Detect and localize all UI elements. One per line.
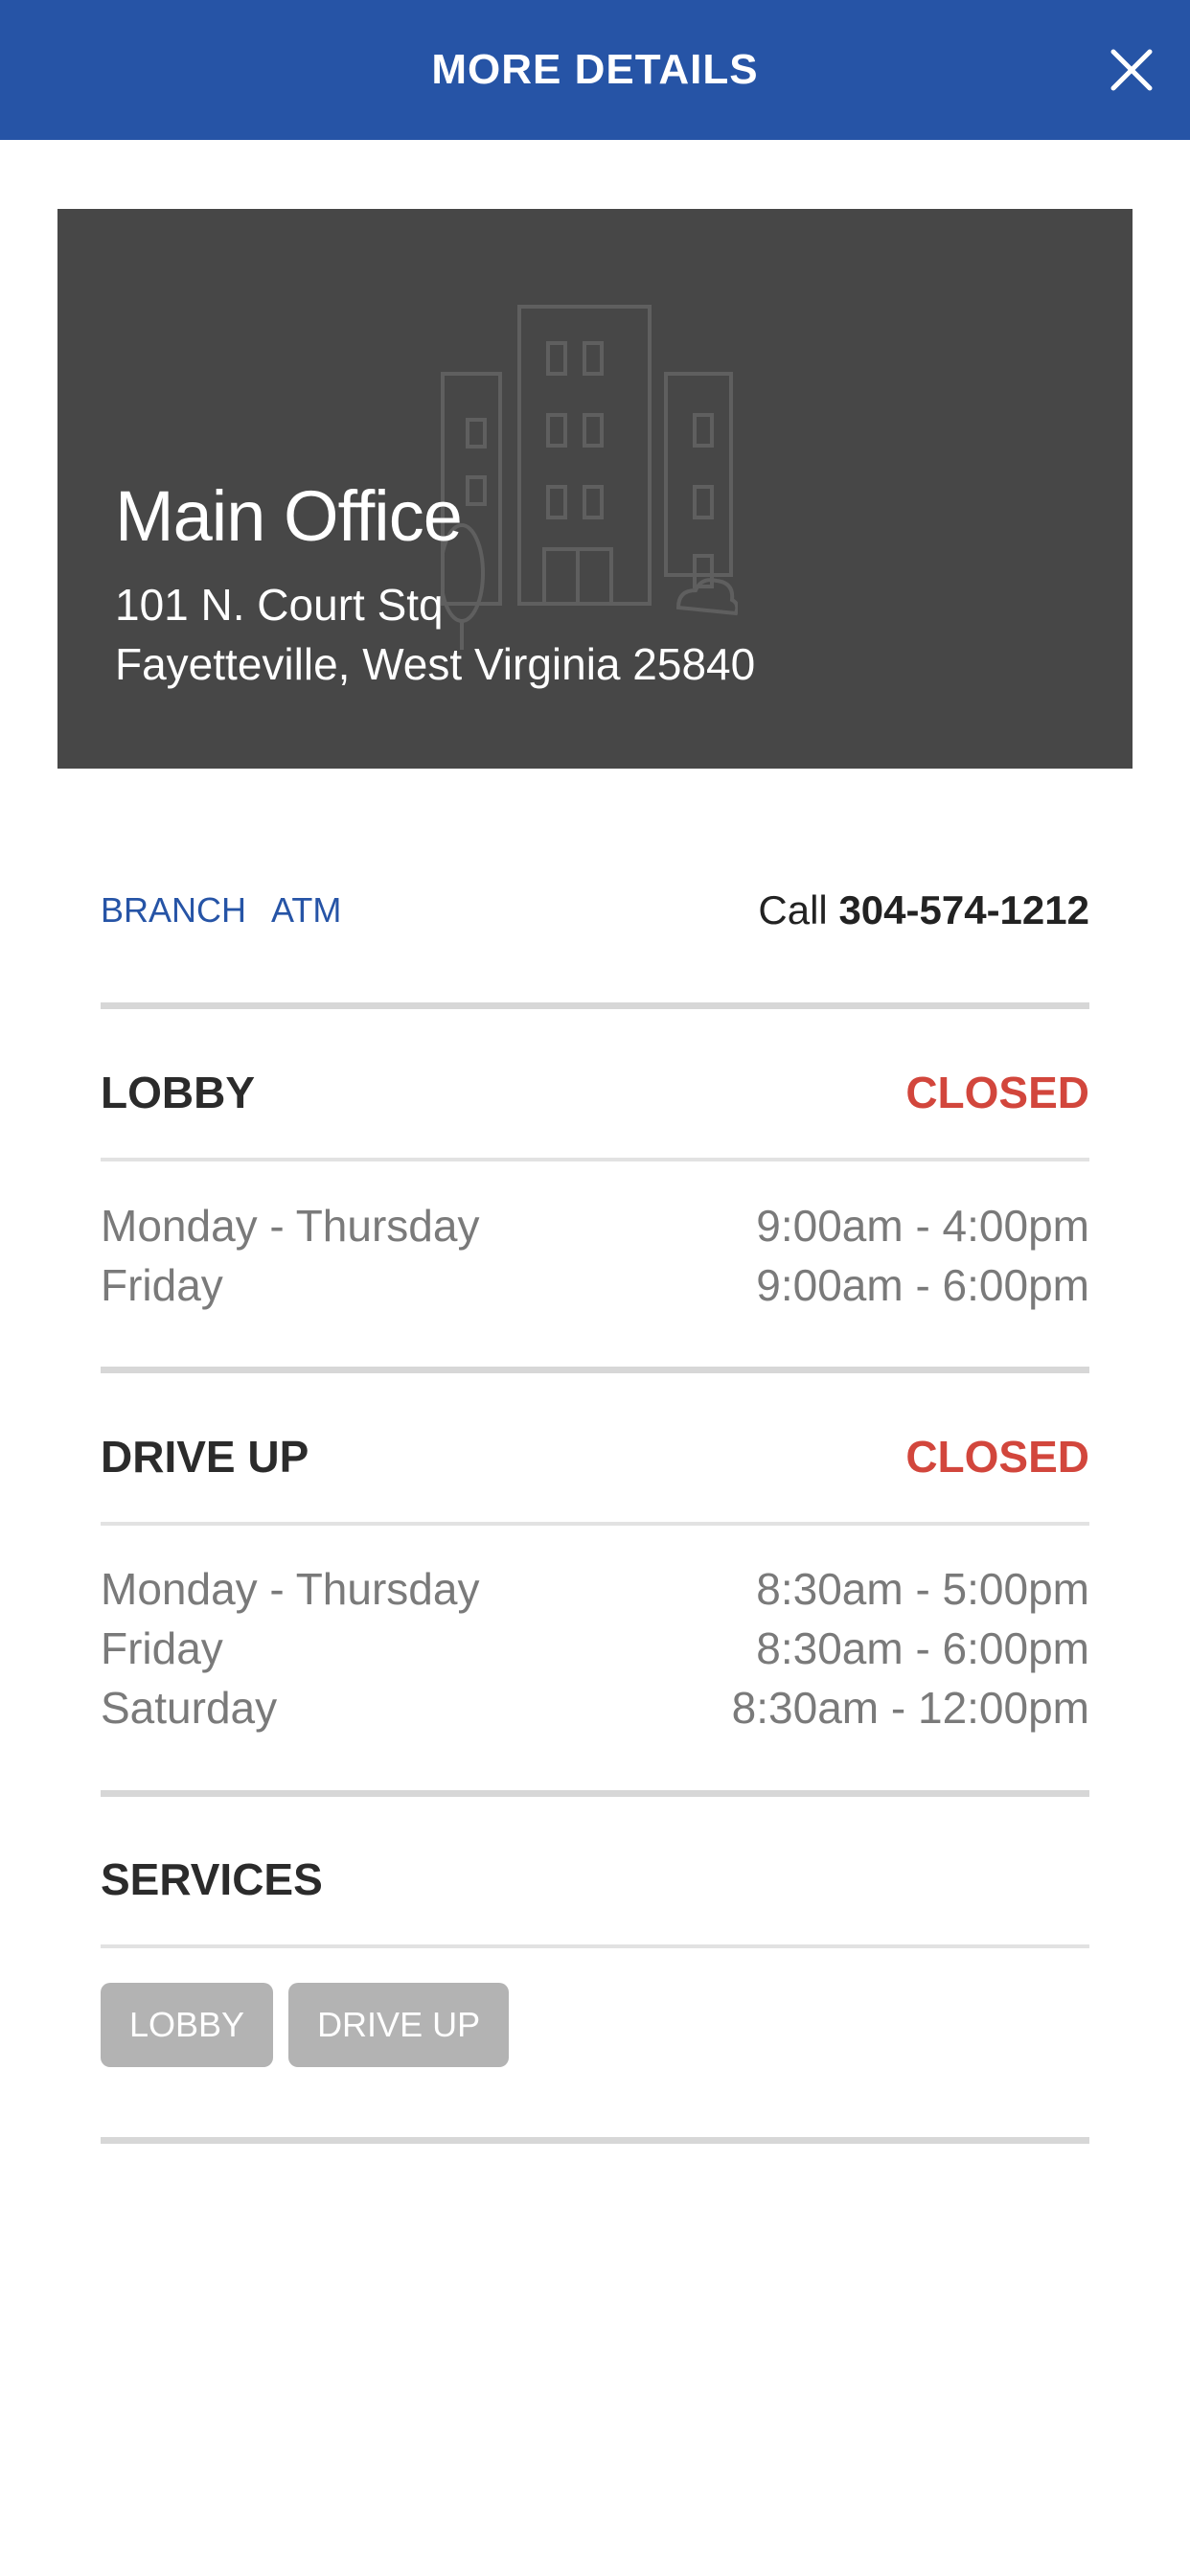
phone-call-link[interactable]: Call 304-574-1212: [758, 887, 1089, 933]
hours-time: 8:30am - 6:00pm: [756, 1623, 1089, 1673]
services-title: SERVICES: [101, 1854, 323, 1904]
drive-up-hours-row: Friday 8:30am - 6:00pm: [101, 1620, 1089, 1677]
hours-time: 8:30am - 12:00pm: [731, 1683, 1089, 1733]
services-chip-list: LOBBY DRIVE UP: [101, 1983, 510, 2067]
phone-prefix: Call: [758, 887, 828, 932]
drive-up-title: DRIVE UP: [101, 1432, 309, 1482]
building-icon: [441, 305, 738, 650]
page-title: MORE DETAILS: [431, 46, 759, 93]
hours-days: Friday: [101, 1623, 223, 1673]
drive-up-hours-row: Saturday 8:30am - 12:00pm: [101, 1679, 1089, 1736]
hours-time: 9:00am - 4:00pm: [756, 1201, 1089, 1251]
lobby-hours-row: Monday - Thursday 9:00am - 4:00pm: [101, 1197, 1089, 1254]
divider: [101, 2137, 1089, 2144]
hours-days: Monday - Thursday: [101, 1564, 480, 1614]
service-chip-drive-up[interactable]: DRIVE UP: [288, 1983, 510, 2067]
hours-days: Monday - Thursday: [101, 1201, 480, 1251]
service-chip-lobby[interactable]: LOBBY: [101, 1983, 274, 2067]
drive-up-section-header: DRIVE UP CLOSED: [101, 1428, 1089, 1485]
drive-up-status-badge: CLOSED: [905, 1432, 1089, 1482]
divider: [101, 1522, 1089, 1526]
phone-number[interactable]: 304-574-1212: [838, 887, 1089, 932]
hours-time: 9:00am - 6:00pm: [756, 1260, 1089, 1310]
lobby-status-badge: CLOSED: [905, 1068, 1089, 1117]
close-icon: [1110, 49, 1153, 91]
divider: [101, 1158, 1089, 1162]
branch-hero-card: Main Office 101 N. Court Stq Fayettevill…: [57, 209, 1133, 769]
divider: [101, 1790, 1089, 1797]
close-button[interactable]: [1098, 36, 1165, 104]
branch-name: Main Office: [115, 476, 463, 556]
branch-type-tags: BRANCH ATM: [101, 890, 341, 931]
lobby-title: LOBBY: [101, 1068, 255, 1117]
drive-up-hours-row: Monday - Thursday 8:30am - 5:00pm: [101, 1560, 1089, 1618]
lobby-hours-row: Friday 9:00am - 6:00pm: [101, 1256, 1089, 1314]
services-section-header: SERVICES: [101, 1851, 1089, 1908]
hours-time: 8:30am - 5:00pm: [756, 1564, 1089, 1614]
tag-atm[interactable]: ATM: [271, 890, 341, 931]
header-bar: MORE DETAILS: [0, 0, 1190, 140]
divider: [101, 1002, 1089, 1009]
hours-days: Saturday: [101, 1683, 278, 1733]
hours-days: Friday: [101, 1260, 223, 1310]
lobby-section-header: LOBBY CLOSED: [101, 1064, 1089, 1121]
address-line-2: Fayetteville, West Virginia 25840: [115, 639, 756, 689]
branch-meta-row: BRANCH ATM Call 304-574-1212: [101, 882, 1089, 939]
divider: [101, 1944, 1089, 1948]
tag-branch[interactable]: BRANCH: [101, 890, 246, 931]
divider: [101, 1367, 1089, 1373]
address-line-1: 101 N. Court Stq: [115, 580, 444, 630]
